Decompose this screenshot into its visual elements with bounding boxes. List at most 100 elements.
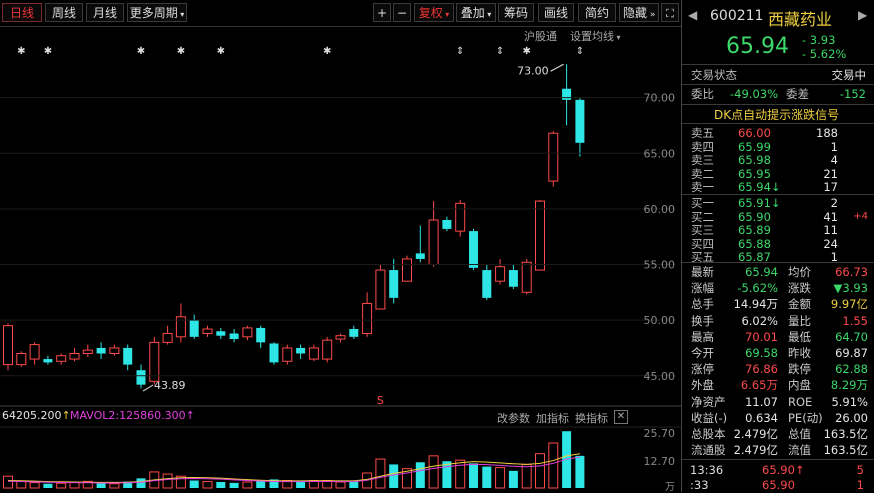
- divider: [682, 262, 874, 263]
- volume-bar: [162, 473, 173, 489]
- low-marker-line: [142, 384, 154, 392]
- volume-bar: [69, 481, 80, 489]
- candle-body: [256, 327, 266, 343]
- tick-volume: 5: [856, 463, 864, 477]
- price-change: - 3.93: [802, 33, 836, 47]
- status-label: 交易状态: [691, 68, 737, 82]
- volume-bar: [136, 478, 146, 488]
- event-marker-icon: ✱: [217, 46, 225, 57]
- candle-body: [535, 200, 545, 271]
- ask-row[interactable]: 卖一 65.94↓ 17: [682, 179, 874, 195]
- stat-label: 总手: [691, 297, 714, 312]
- close-icon[interactable]: ✕: [614, 410, 628, 424]
- stats-row: 总股本 2.479亿 总值 163.5亿: [682, 426, 874, 442]
- candle-body: [442, 220, 452, 229]
- stat-label: 净资产: [691, 394, 726, 409]
- candle-body: [16, 353, 27, 366]
- stat-value: 64.70: [835, 329, 868, 344]
- volume-bar: [389, 464, 399, 488]
- y-tick-label: 60.00: [644, 203, 676, 216]
- stat-value: 76.86: [745, 362, 778, 377]
- volume-bar: [535, 453, 545, 489]
- stat-value: 163.5亿: [823, 427, 868, 441]
- tick-time: 13:36: [690, 463, 724, 477]
- stat-label: 流值: [788, 443, 811, 458]
- weicha-value: -152: [839, 87, 866, 101]
- candle-body: [189, 320, 199, 337]
- event-marker-icon: ✱: [177, 46, 185, 57]
- event-marker-icon: ✱: [323, 46, 331, 57]
- stat-label: ROE: [788, 394, 813, 409]
- stat-value: 26.00: [835, 410, 868, 425]
- vol-tick-label: 12.70: [644, 455, 676, 468]
- stat-label: 收益(-): [691, 410, 728, 425]
- stock-code: 600211: [710, 8, 764, 24]
- candle-body: [508, 270, 518, 287]
- candle-body: [43, 359, 53, 363]
- stat-label: 涨幅: [691, 281, 714, 296]
- candle-body: [428, 219, 439, 265]
- stat-label: 最新: [691, 265, 714, 279]
- dk-signal-banner[interactable]: DK点自动提示涨跌信号: [714, 106, 839, 123]
- y-tick-label: 65.00: [644, 147, 676, 160]
- volume-bar: [29, 482, 40, 489]
- candle-body: [269, 343, 279, 363]
- candle-body: [322, 339, 333, 360]
- volume-bar: [575, 455, 585, 488]
- status-row: 交易状态 交易中: [682, 67, 874, 83]
- volume-bar: [455, 459, 466, 489]
- mavol-line: [7, 453, 580, 483]
- y-tick-label: 70.00: [644, 92, 676, 105]
- volume-bar: [43, 483, 53, 488]
- candle-body: [469, 231, 478, 268]
- stat-label: 总股本: [691, 427, 726, 441]
- volume-bar: [428, 455, 439, 489]
- stat-label: 换手: [691, 313, 714, 328]
- candle-body: [296, 347, 306, 354]
- candle-body: [495, 266, 506, 282]
- stats-row: 换手 6.02% 量比 1.55: [682, 313, 874, 329]
- candle-body: [242, 327, 253, 338]
- next-stock-arrow-icon[interactable]: ▶: [858, 8, 867, 22]
- event-marker-icon: ✱: [44, 46, 52, 57]
- change-params-button[interactable]: 改参数: [497, 410, 530, 426]
- volume-bar: [548, 442, 559, 489]
- volume-bar: [242, 481, 253, 489]
- stats-row: 最高 70.01 最低 64.70: [682, 329, 874, 345]
- divider: [682, 123, 874, 124]
- add-indicator-button[interactable]: 加指标: [536, 410, 569, 426]
- stat-value: 69.87: [835, 346, 868, 360]
- ask-volume: 17: [823, 180, 838, 194]
- candle-body: [575, 99, 585, 143]
- divider: [682, 104, 874, 105]
- volume-bar: [495, 467, 506, 489]
- event-marker-icon: ⇕: [456, 46, 464, 57]
- stat-label: 均价: [788, 265, 811, 279]
- volume-bar: [469, 463, 478, 488]
- stat-value: -5.62%: [737, 281, 778, 296]
- tick-row: :33 65.90 1: [682, 477, 874, 493]
- prev-stock-arrow-icon[interactable]: ◀: [688, 8, 697, 22]
- stat-value: 2.479亿: [733, 443, 778, 458]
- candle-body: [56, 355, 67, 362]
- stat-label: 最低: [788, 329, 811, 344]
- up-arrow-icon: ↑: [185, 409, 195, 422]
- stat-label: 金额: [788, 297, 811, 312]
- volume-bar: [16, 481, 27, 489]
- candle-body: [521, 261, 532, 293]
- stats-row: 最新 65.94 均价 66.73: [682, 264, 874, 280]
- stat-value: ▼3.93: [833, 281, 868, 296]
- candle-body: [335, 335, 346, 340]
- stat-label: 涨停: [691, 362, 714, 377]
- quote-panel: ◀ 600211 西藏药业 ▶ 65.94 - 3.93 - 5.62% 交易状…: [682, 0, 874, 492]
- stat-value: 11.07: [745, 394, 778, 409]
- candle-body: [349, 329, 359, 337]
- volume-bar: [202, 481, 213, 489]
- weibi-value: -49.03%: [730, 87, 778, 101]
- switch-indicator-button[interactable]: 换指标: [575, 410, 608, 426]
- stat-value: 65.94: [745, 265, 778, 279]
- volume-value: 64205.200↑: [2, 409, 71, 422]
- mavol2-line: [7, 456, 580, 484]
- price-change-pct: - 5.62%: [802, 47, 847, 61]
- stat-label: PE(动): [788, 410, 823, 425]
